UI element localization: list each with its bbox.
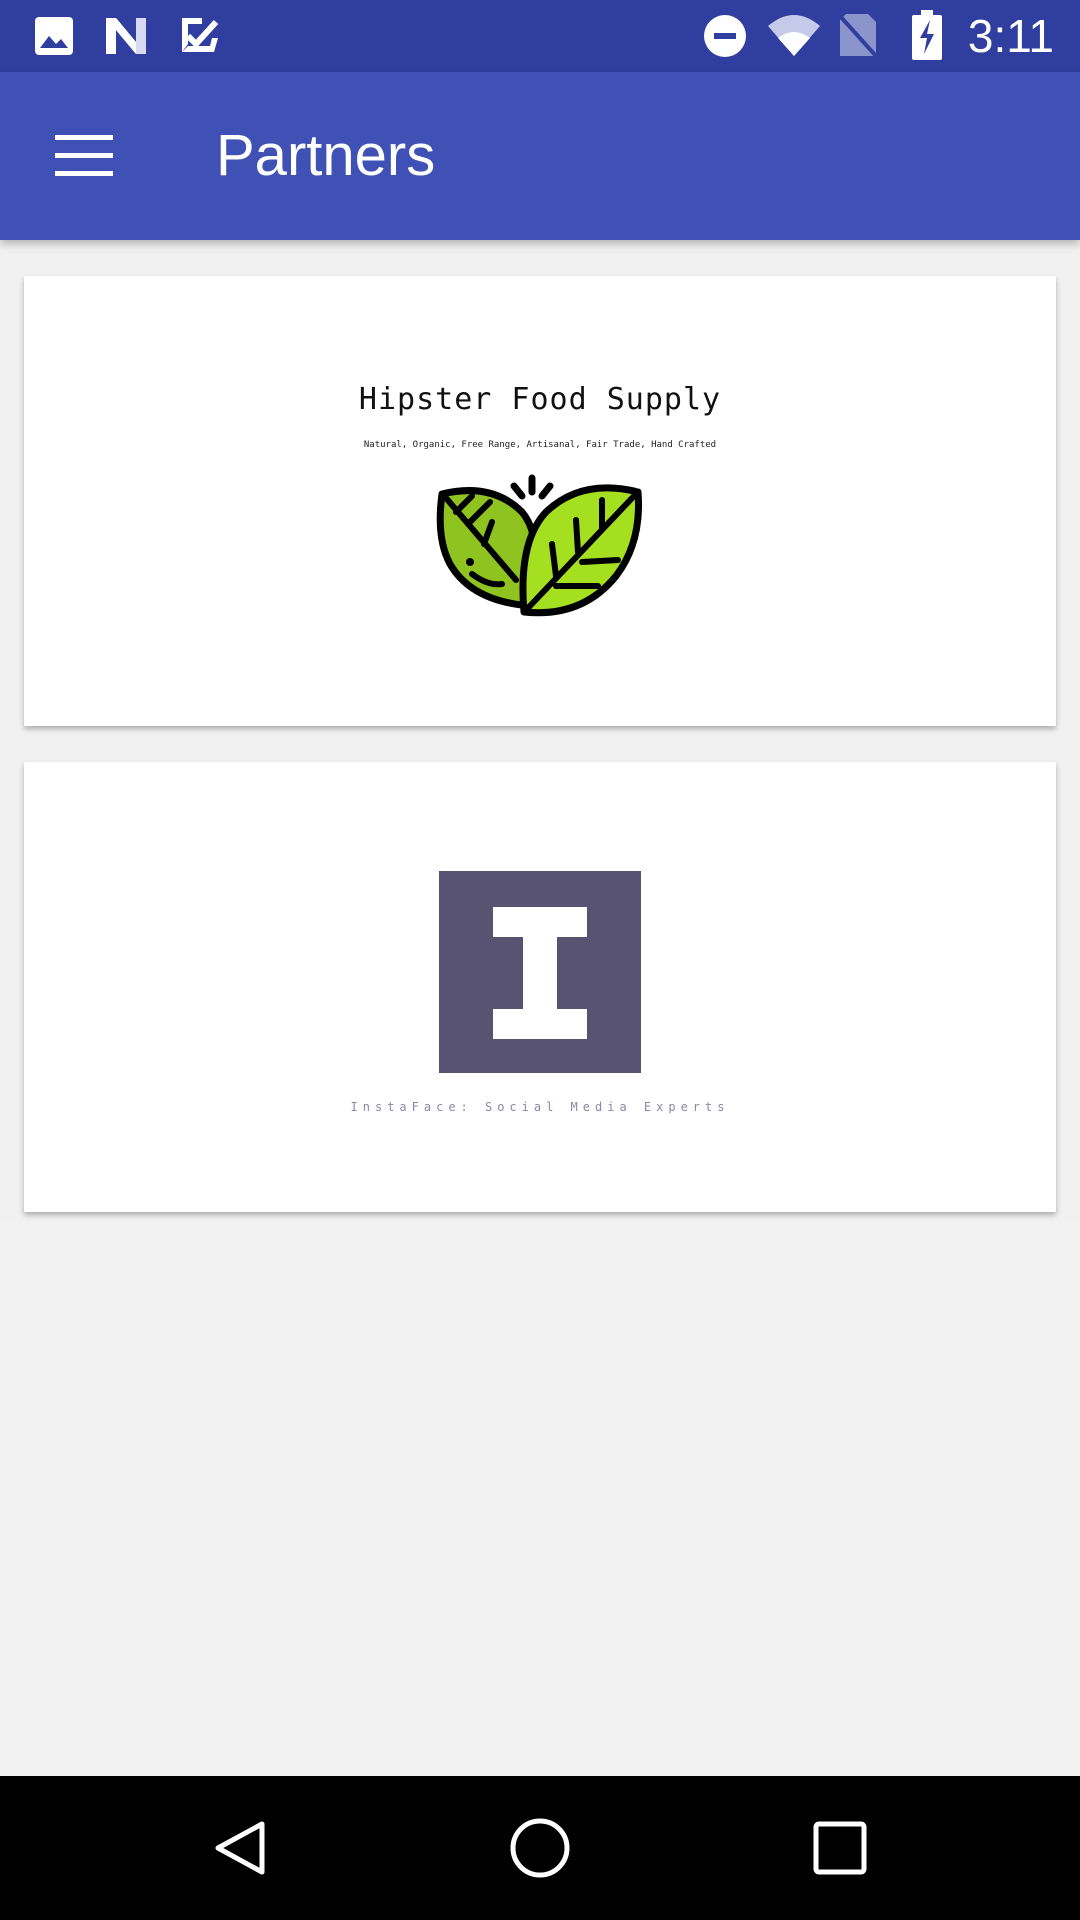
recents-icon	[813, 1821, 867, 1875]
navigation-bar	[0, 1776, 1080, 1920]
battery-charging-icon	[912, 10, 942, 60]
home-icon	[510, 1818, 570, 1878]
partner-card-hipster-food-supply[interactable]: Hipster Food Supply Natural, Organic, Fr…	[24, 276, 1056, 726]
menu-button[interactable]	[30, 114, 138, 198]
no-sim-icon	[838, 14, 878, 58]
back-button[interactable]	[190, 1798, 290, 1898]
partners-list: Hipster Food Supply Natural, Organic, Fr…	[0, 240, 1080, 1222]
wifi-icon	[768, 15, 820, 56]
n-logo-icon	[106, 18, 146, 54]
back-icon	[215, 1821, 265, 1875]
home-button[interactable]	[490, 1798, 590, 1898]
recents-button[interactable]	[790, 1798, 890, 1898]
partner-name: InstaFace: Social Media Experts	[350, 1100, 730, 1114]
leaves-icon	[436, 474, 642, 617]
status-bar: 3:11	[0, 0, 1080, 72]
app-bar: Partners	[0, 72, 1080, 240]
status-time: 3:11	[967, 10, 1054, 62]
page-title: Partners	[216, 123, 436, 188]
letter-i-logo	[439, 871, 641, 1073]
do-not-disturb-icon	[704, 15, 746, 57]
menu-icon	[55, 135, 113, 176]
task-check-icon	[182, 18, 219, 52]
partner-name: Hipster Food Supply	[358, 382, 722, 417]
partner-card-instaface[interactable]: InstaFace: Social Media Experts	[24, 762, 1056, 1212]
partner-tagline: Natural, Organic, Free Range, Artisanal,…	[363, 440, 717, 450]
image-icon	[35, 17, 73, 55]
